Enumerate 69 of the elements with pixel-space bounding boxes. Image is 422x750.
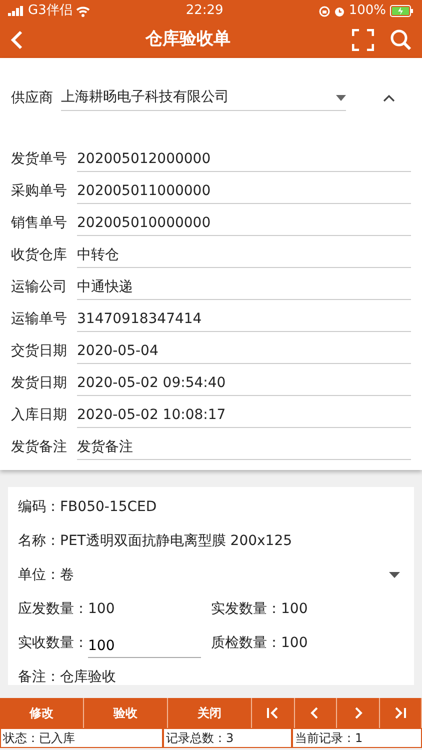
field-label: 销售单号 [11,214,68,232]
signal-icon [8,6,24,16]
action-button[interactable]: 修改 [0,698,84,728]
item-value: 100 [88,600,115,618]
field-label: 交货日期 [11,342,68,360]
search-icon [390,29,412,51]
battery-percent: 100% [348,2,386,20]
next-button[interactable] [337,698,380,728]
item-label: 单位： [18,566,60,584]
previous-button[interactable] [294,698,337,728]
field-label: 入库日期 [11,406,68,424]
carrier-name: G3伴侣 [28,2,72,20]
field-value: 202005010000000 [77,210,411,236]
item-value: 卷 [60,566,74,584]
status-text: 状态：已入库 [1,729,162,747]
field-label: 供应商 [11,88,53,108]
first-page-icon [266,706,280,720]
item-value: 仓库验收 [60,668,116,686]
dropdown-caret-icon [336,94,346,100]
field-value: 发货备注 [77,434,411,460]
alarm-icon [334,6,345,16]
field-label: 发货日期 [11,374,68,392]
dropdown-caret-icon[interactable] [389,572,400,578]
status-text: 记录总数：3 [164,729,291,747]
item-label: 实收数量： [18,634,88,652]
field-label: 运输公司 [11,278,68,296]
field-value: 中通快递 [77,274,411,300]
rotation-lock-icon [318,6,330,16]
scan-frame-icon [352,29,374,51]
item-label: 应发数量： [18,600,88,618]
page-title: 仓库验收单 [146,28,230,52]
action-button[interactable]: 验收 [84,698,168,728]
field-label: 运输单号 [11,310,68,328]
action-button[interactable]: 关闭 [168,698,252,728]
field-value: 2020-05-04 [77,338,411,364]
search-button[interactable] [390,29,412,51]
field-value: 202005011000000 [77,178,411,204]
field-value: 31470918347414 [77,306,411,332]
back-button[interactable] [10,30,24,50]
clock-time: 22:29 [186,2,224,20]
item-value: 100 [281,600,308,618]
field-label: 发货单号 [11,150,68,168]
item-label: 质检数量： [211,634,281,652]
back-icon [10,30,24,50]
quantity-input[interactable]: 100 [88,636,201,658]
status-text: 当前记录：1 [293,729,421,747]
field-label: 收货仓库 [11,246,68,264]
wifi-icon [76,6,90,16]
item-label: 名称： [18,532,60,550]
collapse-toggle[interactable] [383,94,395,102]
supplier-dropdown[interactable]: 上海耕旸电子科技有限公司 [61,85,346,111]
field-label: 发货备注 [11,438,68,456]
item-value: 100 [281,634,308,652]
field-label: 采购单号 [11,182,68,200]
last-page-icon [393,706,408,720]
item-label: 编码： [18,498,60,516]
field-value: 2020-05-02 09:54:40 [77,370,411,396]
item-label: 备注： [18,668,60,686]
chevron-up-icon [383,94,395,102]
item-label: 实发数量： [211,600,281,618]
battery-icon [390,5,414,17]
field-value: 2020-05-02 10:08:17 [77,402,411,428]
scan-button[interactable] [352,29,374,51]
last-page-button[interactable] [380,698,422,728]
item-value: PET透明双面抗静电离型膜 200x125 [60,532,292,550]
field-value: 中转仓 [77,242,411,268]
field-value: 202005012000000 [77,146,411,172]
first-page-button[interactable] [252,698,294,728]
item-value: FB050-15CED [60,498,157,516]
